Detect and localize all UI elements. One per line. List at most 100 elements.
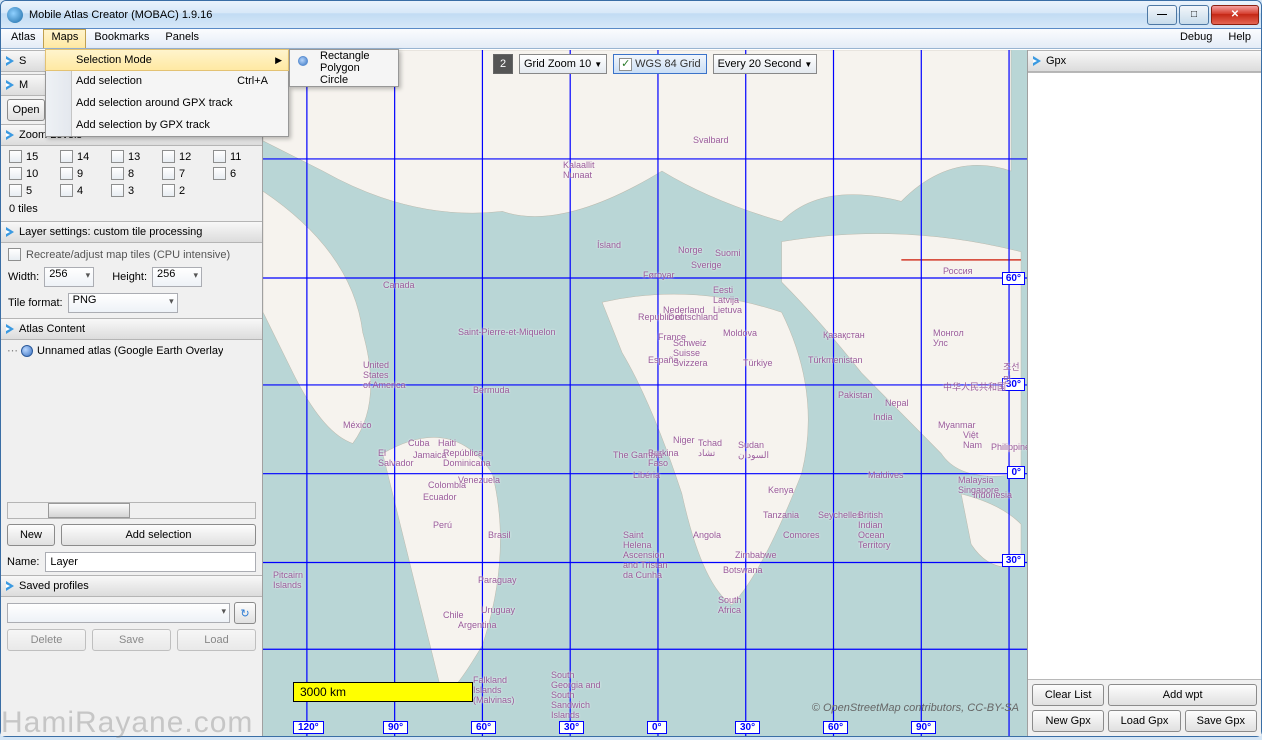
- lon-label: 30°: [559, 721, 584, 734]
- zoom-checkbox-11[interactable]: [213, 150, 226, 163]
- height-combo[interactable]: 256: [152, 267, 202, 287]
- zoom-levels-grid: 15 14 13 12 11 10 9 8 7 6 5 4 3 2: [1, 146, 262, 201]
- new-button[interactable]: New: [7, 524, 55, 546]
- menu-item-label: Add selection: [76, 75, 142, 87]
- menu-item-label: Add selection around GPX track: [76, 97, 233, 109]
- section-title: Atlas Content: [19, 323, 85, 335]
- delete-profile-button[interactable]: Delete: [7, 629, 86, 651]
- gpx-list[interactable]: [1028, 72, 1261, 680]
- menu-maps[interactable]: Maps: [43, 29, 86, 48]
- expand-icon: [6, 80, 14, 90]
- window-title: Mobile Atlas Creator (MOBAC) 1.9.16: [29, 9, 1145, 21]
- recreate-checkbox[interactable]: [8, 248, 21, 261]
- zoom-checkbox-10[interactable]: [9, 167, 22, 180]
- width-label: Width:: [8, 271, 39, 283]
- atlas-tree[interactable]: ⋯ Unnamed atlas (Google Earth Overlay: [1, 340, 262, 500]
- save-gpx-button[interactable]: Save Gpx: [1185, 710, 1257, 732]
- zoom-checkbox-9[interactable]: [60, 167, 73, 180]
- submenu-item-rectangle[interactable]: Rectangle: [290, 50, 398, 62]
- submenu-arrow-icon: ▶: [275, 55, 282, 66]
- menu-item-add-selection-gpx-around[interactable]: Add selection around GPX track: [46, 92, 288, 114]
- zoom-checkbox-3[interactable]: [111, 184, 124, 197]
- menu-item-selection-mode[interactable]: Selection Mode ▶: [45, 49, 289, 71]
- maps-menu-popup: Selection Mode ▶ Add selection Ctrl+A Ad…: [45, 49, 289, 137]
- grid-zoom-dropdown[interactable]: Grid Zoom 10▼: [519, 54, 607, 74]
- zoom-checkbox-7[interactable]: [162, 167, 175, 180]
- globe-icon: [21, 345, 33, 357]
- section-title: Gpx: [1046, 55, 1066, 67]
- map-viewport[interactable]: 60° 30° 0° 30° 120° 90° 60° 30° 0° 30° 6…: [263, 50, 1027, 736]
- new-gpx-button[interactable]: New Gpx: [1032, 710, 1104, 732]
- selection-mode-submenu: Rectangle Polygon Circle: [289, 49, 399, 87]
- open-button-fragment[interactable]: Open: [7, 99, 45, 121]
- titlebar: Mobile Atlas Creator (MOBAC) 1.9.16 — □ …: [1, 1, 1261, 29]
- zoom-checkbox-5[interactable]: [9, 184, 22, 197]
- close-button[interactable]: ✕: [1211, 5, 1259, 25]
- maximize-button[interactable]: □: [1179, 5, 1209, 25]
- section-header-layer-settings[interactable]: Layer settings: custom tile processing: [1, 221, 262, 243]
- scale-text: 3000 km: [300, 685, 346, 699]
- menubar: Atlas Maps Bookmarks Panels Debug Help: [1, 29, 1261, 49]
- section-title: Layer settings: custom tile processing: [19, 226, 202, 238]
- scale-bar: 3000 km: [293, 682, 473, 702]
- load-profile-button[interactable]: Load: [177, 629, 256, 651]
- profiles-combo[interactable]: [7, 603, 230, 623]
- add-selection-button[interactable]: Add selection: [61, 524, 256, 546]
- atlas-root-label: Unnamed atlas (Google Earth Overlay: [37, 345, 223, 357]
- expand-icon: [6, 56, 14, 66]
- submenu-item-label: Circle: [320, 74, 348, 86]
- app-icon: [7, 7, 23, 23]
- lon-label: 60°: [471, 721, 496, 734]
- minimize-button[interactable]: —: [1147, 5, 1177, 25]
- menu-item-add-selection[interactable]: Add selection Ctrl+A: [46, 70, 288, 92]
- zoom-number-box: 2: [493, 54, 513, 74]
- atlas-tree-hscrollbar[interactable]: [7, 502, 256, 519]
- add-wpt-button[interactable]: Add wpt: [1108, 684, 1257, 706]
- zoom-checkbox-12[interactable]: [162, 150, 175, 163]
- menu-help[interactable]: Help: [1220, 29, 1259, 48]
- submenu-item-label: Polygon: [320, 62, 360, 74]
- submenu-item-circle[interactable]: Circle: [290, 74, 398, 86]
- menu-item-add-selection-gpx-by[interactable]: Add selection by GPX track: [46, 114, 288, 136]
- expand-icon: [1033, 56, 1041, 66]
- name-input[interactable]: [45, 552, 256, 572]
- load-gpx-button[interactable]: Load Gpx: [1108, 710, 1180, 732]
- right-panel: Gpx Clear List Add wpt New Gpx Load Gpx …: [1027, 50, 1261, 736]
- zoom-checkbox-4[interactable]: [60, 184, 73, 197]
- menu-atlas[interactable]: Atlas: [3, 29, 43, 48]
- menu-debug[interactable]: Debug: [1172, 29, 1220, 48]
- name-label: Name:: [7, 556, 39, 568]
- recreate-label: Recreate/adjust map tiles (CPU intensive…: [26, 249, 230, 261]
- section-header-saved-profiles[interactable]: Saved profiles: [1, 575, 262, 597]
- left-panel: S M Open Zoom Levels 15 14 13 12 11 10: [1, 50, 263, 736]
- menu-bookmarks[interactable]: Bookmarks: [86, 29, 157, 48]
- refresh-profiles-button[interactable]: ↻: [234, 602, 256, 624]
- lon-label: 30°: [735, 721, 760, 734]
- lat-label: 0°: [1007, 466, 1025, 479]
- save-profile-button[interactable]: Save: [92, 629, 171, 651]
- zoom-checkbox-14[interactable]: [60, 150, 73, 163]
- zoom-checkbox-8[interactable]: [111, 167, 124, 180]
- zoom-checkbox-6[interactable]: [213, 167, 226, 180]
- menu-item-shortcut: Ctrl+A: [237, 75, 268, 87]
- menu-panels[interactable]: Panels: [157, 29, 207, 48]
- expand-icon: [6, 581, 14, 591]
- section-title: Saved profiles: [19, 580, 89, 592]
- grid-interval-dropdown[interactable]: Every 20 Second▼: [713, 54, 818, 74]
- clear-list-button[interactable]: Clear List: [1032, 684, 1104, 706]
- section-header-gpx[interactable]: Gpx: [1028, 50, 1261, 72]
- wgs84-grid-toggle[interactable]: ✓ WGS 84 Grid: [613, 54, 706, 74]
- width-combo[interactable]: 256: [44, 267, 94, 287]
- map-canvas: [263, 50, 1027, 736]
- zoom-checkbox-15[interactable]: [9, 150, 22, 163]
- submenu-item-label: Rectangle: [320, 50, 370, 62]
- lon-label: 90°: [911, 721, 936, 734]
- tile-format-combo[interactable]: PNG: [68, 293, 178, 313]
- zoom-checkbox-13[interactable]: [111, 150, 124, 163]
- lon-label: 120°: [293, 721, 324, 734]
- section-header-atlas-content[interactable]: Atlas Content: [1, 318, 262, 340]
- zoom-checkbox-2[interactable]: [162, 184, 175, 197]
- expand-icon: [6, 130, 14, 140]
- wgs84-checkbox[interactable]: ✓: [619, 58, 632, 71]
- map-attribution: © OpenStreetMap contributors, CC-BY-SA: [812, 702, 1019, 714]
